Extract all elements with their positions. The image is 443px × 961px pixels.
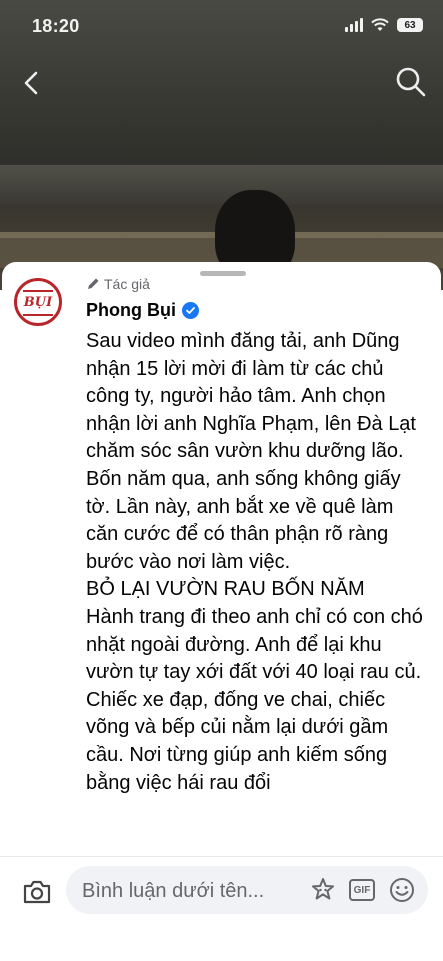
gif-label: GIF — [353, 884, 371, 896]
avatar-logo-text: BỤI — [23, 295, 53, 310]
battery-level: 63 — [404, 19, 416, 31]
status-time: 18:20 — [32, 16, 80, 36]
comment-paragraph: Bốn năm qua, anh sống không giấy tờ. Lần… — [86, 467, 401, 573]
battery-icon: 63 — [397, 18, 423, 32]
comment-paragraph: Hành trang đi theo anh chỉ có con chó nh… — [86, 605, 423, 684]
status-icons: 63 — [345, 18, 423, 32]
pen-icon — [88, 278, 99, 289]
comment-input[interactable] — [80, 866, 294, 916]
comment-text: Sau video mình đăng tải, anh Dũng nhận 1… — [86, 328, 426, 797]
avatar[interactable]: BỤI — [14, 278, 62, 326]
photo-beam — [0, 165, 443, 205]
author-badge: Tác giả — [86, 276, 150, 292]
gif-button[interactable]: GIF — [349, 879, 375, 901]
search-button[interactable] — [395, 66, 427, 98]
camera-icon — [23, 880, 51, 904]
author-name[interactable]: Phong Bụi — [86, 300, 199, 321]
camera-button[interactable] — [22, 879, 52, 905]
comment-paragraph: Chiếc xe đạp, đống ve chai, chiếc võng v… — [86, 688, 389, 794]
emoji-icon[interactable] — [388, 876, 416, 904]
search-icon — [396, 67, 426, 97]
avatar-sticker-icon[interactable] — [309, 876, 337, 904]
background-photo — [0, 0, 443, 290]
cellular-signal-icon — [345, 18, 363, 32]
comment-paragraph: Sau video mình đăng tải, anh Dũng nhận 1… — [86, 330, 416, 463]
comment-heading: BỎ LẠI VƯỜN RAU BỐN NĂM — [86, 578, 365, 601]
comment-composer: GIF — [0, 856, 443, 961]
comment-input-box[interactable]: GIF — [66, 866, 428, 916]
wifi-icon — [371, 18, 389, 31]
chevron-left-icon — [24, 71, 38, 95]
author-badge-label: Tác giả — [104, 276, 150, 292]
back-button[interactable] — [18, 68, 48, 98]
author-name-text: Phong Bụi — [86, 300, 176, 320]
verified-badge-icon — [181, 302, 199, 319]
status-bar: 18:20 63 — [0, 14, 443, 42]
sheet-grabber[interactable] — [200, 271, 246, 276]
